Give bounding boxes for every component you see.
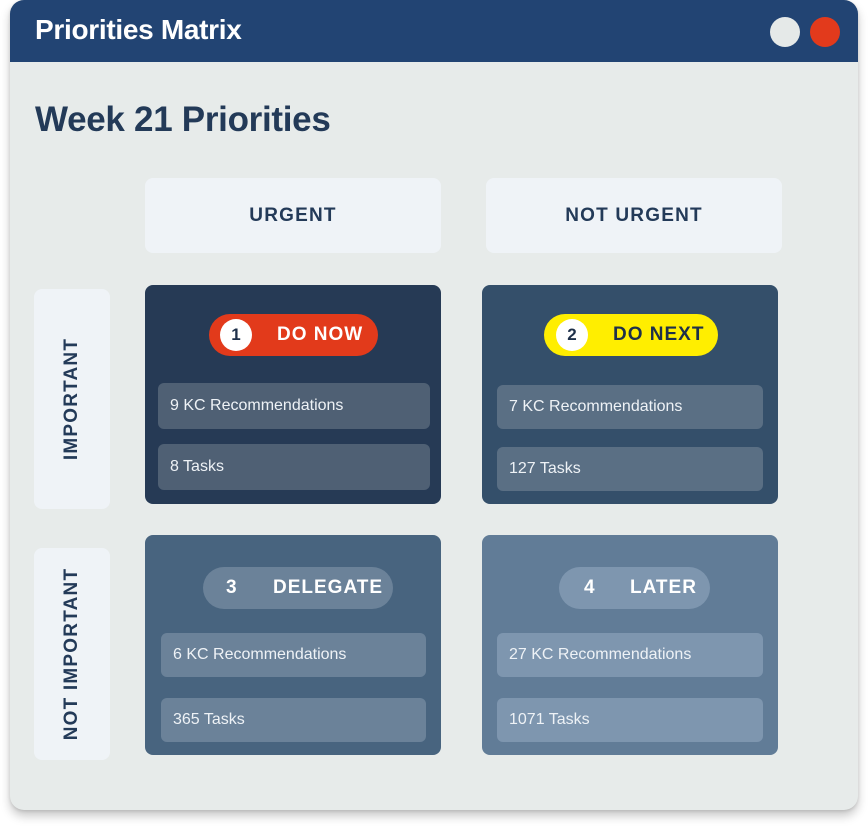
number-badge: 2 — [556, 319, 588, 351]
column-header-not-urgent: NOT URGENT — [486, 178, 782, 253]
quadrant-do-now[interactable]: 1 DO NOW 9 KC Recommendations 8 Tasks — [145, 285, 441, 504]
quadrant-label: LATER — [630, 577, 697, 598]
tasks-item[interactable]: 8 Tasks — [158, 444, 430, 490]
tasks-item[interactable]: 1071 Tasks — [497, 698, 763, 742]
row-header-label: NOT IMPORTANT — [61, 567, 82, 741]
column-header-urgent: URGENT — [145, 178, 441, 253]
quadrant-pill: 3 DELEGATE — [203, 567, 393, 609]
quadrant-pill: 1 DO NOW — [209, 314, 378, 356]
tasks-item[interactable]: 127 Tasks — [497, 447, 763, 491]
window-title: Priorities Matrix — [35, 14, 242, 45]
quadrant-label: DELEGATE — [273, 577, 384, 598]
kc-recommendations-item[interactable]: 27 KC Recommendations — [497, 633, 763, 677]
quadrant-pill: 4 LATER — [559, 567, 710, 609]
kc-recommendations-item[interactable]: 7 KC Recommendations — [497, 385, 763, 429]
row-header-not-important: NOT IMPORTANT — [34, 548, 110, 760]
quadrant-number: 4 — [584, 577, 596, 598]
page-title: Week 21 Priorities — [35, 100, 331, 139]
priorities-window: Priorities Matrix Week 21 Priorities URG… — [10, 0, 858, 810]
quadrant-label: DO NOW — [277, 324, 364, 345]
quadrant-later[interactable]: 4 LATER 27 KC Recommendations 1071 Tasks — [482, 535, 778, 755]
tasks-item[interactable]: 365 Tasks — [161, 698, 426, 742]
number-badge: 1 — [220, 319, 252, 351]
quadrant-delegate[interactable]: 3 DELEGATE 6 KC Recommendations 365 Task… — [145, 535, 441, 755]
kc-recommendations-item[interactable]: 9 KC Recommendations — [158, 383, 430, 429]
quadrant-pill: 2 DO NEXT — [544, 314, 718, 356]
minimize-button[interactable] — [770, 17, 800, 47]
row-header-label: IMPORTANT — [61, 337, 82, 461]
quadrant-number: 3 — [226, 577, 238, 598]
kc-recommendations-item[interactable]: 6 KC Recommendations — [161, 633, 426, 677]
row-header-important: IMPORTANT — [34, 289, 110, 509]
title-bar: Priorities Matrix — [10, 0, 858, 62]
close-button[interactable] — [810, 17, 840, 47]
quadrant-label: DO NEXT — [613, 324, 705, 345]
quadrant-do-next[interactable]: 2 DO NEXT 7 KC Recommendations 127 Tasks — [482, 285, 778, 504]
